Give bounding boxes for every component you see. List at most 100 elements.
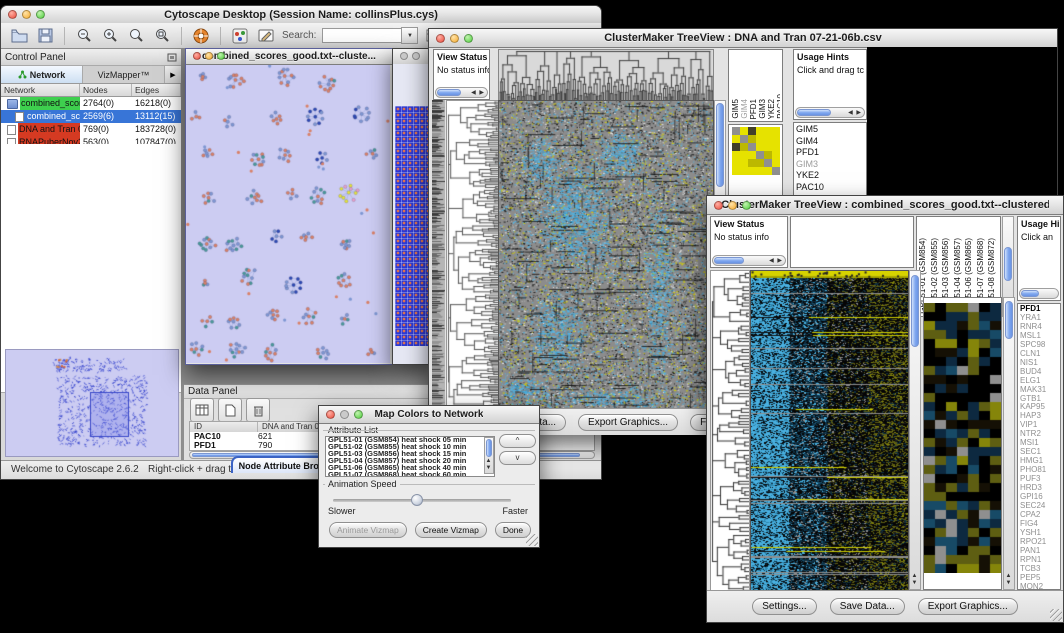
zoom-window-icon[interactable] xyxy=(742,201,751,210)
tab-network[interactable]: Network xyxy=(1,66,83,83)
scroll-up-icon[interactable]: ▲ xyxy=(912,573,919,579)
tab-scroll-right-icon[interactable]: ▶ xyxy=(165,66,181,83)
gene-list-item[interactable]: MON2 xyxy=(1018,583,1060,590)
network-canvas[interactable] xyxy=(186,65,390,363)
vscroll-thumb[interactable] xyxy=(716,103,724,187)
birdseye-view[interactable] xyxy=(5,349,179,457)
column-label[interactable]: PFD1 xyxy=(749,99,758,119)
open-file-icon[interactable] xyxy=(9,26,29,46)
resize-grip[interactable] xyxy=(526,534,538,546)
zoom-heatmap[interactable] xyxy=(924,303,1001,573)
close-icon[interactable] xyxy=(436,34,445,43)
background-canvas[interactable] xyxy=(393,64,433,364)
vscroll-thumb[interactable] xyxy=(911,275,919,347)
gene-list-item[interactable]: YKE2 xyxy=(794,170,866,182)
column-label[interactable]: GIM5 xyxy=(731,99,740,119)
minimize-icon[interactable] xyxy=(205,52,213,60)
slider-thumb[interactable] xyxy=(411,494,423,506)
attribute-list-vscrollbar[interactable]: ▲▼ xyxy=(484,437,494,474)
gene-list-item[interactable]: GIM4 xyxy=(794,136,866,148)
minimize-icon[interactable] xyxy=(412,52,420,60)
resize-grip[interactable] xyxy=(1050,609,1062,621)
scroll-right-icon[interactable]: ▶ xyxy=(777,258,783,264)
row-dendrogram[interactable] xyxy=(710,270,750,592)
delete-attribute-icon[interactable] xyxy=(246,398,270,422)
close-icon[interactable] xyxy=(8,10,17,19)
save-icon[interactable] xyxy=(35,26,55,46)
close-icon[interactable] xyxy=(714,201,723,210)
hscroll-thumb[interactable] xyxy=(1021,290,1039,297)
column-label[interactable]: YKE2 xyxy=(767,99,776,119)
scroll-arrows[interactable]: ▲▼ xyxy=(910,573,920,587)
treeview2-button[interactable]: Export Graphics... xyxy=(918,598,1018,615)
search-combobox[interactable]: ▼ xyxy=(322,27,418,44)
network-view-titlebar[interactable]: combined_scores_good.txt--cluste... xyxy=(186,49,392,65)
close-icon[interactable] xyxy=(326,410,335,419)
zoom-window-icon[interactable] xyxy=(464,34,473,43)
search-input[interactable] xyxy=(322,28,401,43)
zoom-vscrollbar[interactable]: ▲▼ xyxy=(1003,297,1015,590)
scroll-left-icon[interactable]: ◀ xyxy=(471,90,477,96)
network-list-row[interactable]: combined_sco 2569(6) 13112(15) xyxy=(1,110,181,123)
scroll-arrows[interactable]: ◀ ▶ xyxy=(848,110,862,117)
scroll-down-icon[interactable]: ▼ xyxy=(1006,580,1013,586)
treeview2-button[interactable]: Settings... xyxy=(752,598,816,615)
minimize-icon[interactable] xyxy=(340,410,349,419)
new-attribute-icon[interactable] xyxy=(218,398,242,422)
zoom-window-icon[interactable] xyxy=(217,52,225,60)
row-dendrogram[interactable] xyxy=(446,100,499,410)
close-icon[interactable] xyxy=(400,52,408,60)
heatmap-global-view[interactable] xyxy=(750,270,909,592)
vscroll-thumb[interactable] xyxy=(1004,247,1012,281)
usage-hints-hscrollbar[interactable] xyxy=(1019,288,1059,299)
scroll-left-icon[interactable]: ◀ xyxy=(769,258,775,264)
column-label[interactable]: PAC10 xyxy=(776,94,780,119)
dialog-titlebar[interactable]: Map Colors to Network xyxy=(319,406,539,424)
zoom-in-icon[interactable] xyxy=(100,26,120,46)
background-window-titlebar[interactable] xyxy=(393,49,433,65)
zoom-out-icon[interactable] xyxy=(74,26,94,46)
close-icon[interactable] xyxy=(193,52,201,60)
view-status-hscrollbar[interactable]: ◀ ▶ xyxy=(435,87,488,98)
tab-vizmapper[interactable]: VizMapper™ xyxy=(83,66,165,83)
attribute-item[interactable]: GPL51-07 (GSM868) heat shock 60 min xyxy=(326,472,484,476)
dialog-button[interactable]: Animate Vizmap xyxy=(329,522,407,538)
usage-hints-hscrollbar[interactable]: ◀ ▶ xyxy=(795,107,865,118)
move-down-button[interactable]: v xyxy=(499,451,536,465)
main-titlebar[interactable]: Cytoscape Desktop (Session Name: collins… xyxy=(1,6,601,24)
scroll-down-icon[interactable]: ▼ xyxy=(912,580,919,586)
select-attributes-icon[interactable] xyxy=(190,398,214,422)
view-status-hscrollbar[interactable]: ◀ ▶ xyxy=(712,255,786,266)
minimize-icon[interactable] xyxy=(728,201,737,210)
zoom-window-icon[interactable] xyxy=(354,410,363,419)
treeview1-titlebar[interactable]: ClusterMaker TreeView : DNA and Tran 07-… xyxy=(429,29,1057,48)
scroll-left-icon[interactable]: ◀ xyxy=(848,110,854,116)
vizmapper-icon[interactable] xyxy=(230,26,250,46)
scroll-up-icon[interactable]: ▲ xyxy=(1006,573,1013,579)
heatmap-vscrollbar[interactable]: ▲▼ xyxy=(909,270,921,590)
zoom-heatmap[interactable] xyxy=(732,127,780,175)
hscroll-thumb[interactable] xyxy=(437,89,461,96)
hscroll-thumb[interactable] xyxy=(714,257,744,264)
scroll-right-icon[interactable]: ▶ xyxy=(856,110,862,116)
scroll-up-icon[interactable]: ▲ xyxy=(486,458,493,464)
vscroll-thumb[interactable] xyxy=(486,439,492,457)
col-nodes[interactable]: Nodes xyxy=(80,84,132,96)
scroll-arrows[interactable]: ▲▼ xyxy=(1004,573,1014,587)
column-dendrogram-area[interactable] xyxy=(790,216,914,268)
zoom-selected-icon[interactable] xyxy=(152,26,172,46)
scroll-arrows[interactable]: ▲▼ xyxy=(485,458,493,472)
col-network[interactable]: Network xyxy=(1,84,80,96)
treeview1-button[interactable]: Export Graphics... xyxy=(578,414,678,431)
scroll-down-icon[interactable]: ▼ xyxy=(486,465,493,471)
treeview2-titlebar[interactable]: ClusterMaker TreeView : combined_scores_… xyxy=(707,196,1063,215)
col-edges[interactable]: Edges xyxy=(132,84,181,96)
scroll-right-icon[interactable]: ▶ xyxy=(479,90,485,96)
help-lifesaver-icon[interactable] xyxy=(191,26,211,46)
treeview2-button[interactable]: Save Data... xyxy=(830,598,905,615)
network-list-row[interactable]: combined_scores 2764(0) 16218(0) xyxy=(1,97,181,110)
gene-list-item[interactable]: GIM3 xyxy=(794,159,866,171)
column-dendrogram[interactable] xyxy=(498,49,714,101)
column-label[interactable]: GIM3 xyxy=(758,99,767,119)
move-up-button[interactable]: ^ xyxy=(499,434,536,448)
